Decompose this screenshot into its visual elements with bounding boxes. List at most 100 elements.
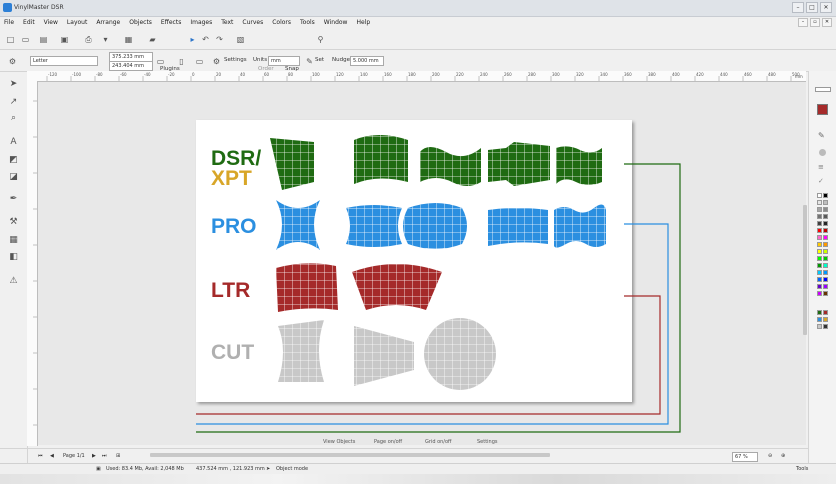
color-swatch[interactable] bbox=[823, 228, 828, 233]
grid-onoff-hint[interactable]: Grid on/off bbox=[425, 439, 452, 445]
color-swatch[interactable] bbox=[817, 263, 822, 268]
color-swatch[interactable] bbox=[817, 310, 822, 315]
undo-icon[interactable]: ↶ bbox=[199, 33, 212, 46]
color-swatch[interactable] bbox=[823, 200, 828, 205]
color-swatch[interactable] bbox=[823, 310, 828, 315]
plugins-icon[interactable]: ▰ bbox=[146, 33, 159, 46]
measure-tool-icon[interactable]: ⚠ bbox=[8, 276, 19, 287]
color-swatch[interactable] bbox=[823, 317, 828, 322]
page-size-select[interactable]: Letter bbox=[30, 56, 98, 66]
lines-icon[interactable]: ≡ bbox=[818, 163, 824, 171]
nudge-field[interactable]: 5.000 mm bbox=[350, 56, 384, 66]
zoom-out-icon[interactable]: ⊖ bbox=[768, 453, 772, 459]
menu-colors[interactable]: Colors bbox=[272, 19, 291, 26]
color-swatch[interactable] bbox=[817, 249, 822, 254]
redo-icon[interactable]: ↷ bbox=[213, 33, 226, 46]
color-swatch[interactable] bbox=[823, 235, 828, 240]
play-icon[interactable]: ▸ bbox=[186, 33, 199, 46]
settings-label[interactable]: Settings bbox=[224, 57, 247, 63]
color-swatch[interactable] bbox=[817, 207, 822, 212]
open-file-icon[interactable]: ▤ bbox=[37, 33, 50, 46]
new-from-template-icon[interactable]: ▭ bbox=[19, 33, 32, 46]
eyedropper-icon[interactable]: ✎ bbox=[818, 131, 825, 140]
maximize-button[interactable]: □ bbox=[806, 2, 818, 13]
color-swatch[interactable] bbox=[817, 242, 822, 247]
color-swatch[interactable] bbox=[817, 200, 822, 205]
color-swatch[interactable] bbox=[823, 207, 828, 212]
color-swatch[interactable] bbox=[817, 214, 822, 219]
color-swatch[interactable] bbox=[823, 249, 828, 254]
node-edit-icon[interactable]: ↗ bbox=[8, 97, 19, 108]
new-file-icon[interactable]: □ bbox=[4, 33, 17, 46]
color-swatch[interactable] bbox=[823, 291, 828, 296]
menu-layout[interactable]: Layout bbox=[67, 19, 87, 26]
dsr-envelope-shapes[interactable] bbox=[270, 135, 602, 190]
position-y-field[interactable]: 243.404 mm bbox=[109, 61, 153, 71]
color-swatch[interactable] bbox=[823, 221, 828, 226]
settings-icon[interactable]: ⚙ bbox=[210, 55, 223, 68]
menu-window[interactable]: Window bbox=[324, 19, 348, 26]
menu-effects[interactable]: Effects bbox=[161, 19, 181, 26]
drawing-canvas[interactable]: DSR/ XPT PRO LTR CUT bbox=[38, 82, 806, 445]
menu-curves[interactable]: Curves bbox=[242, 19, 263, 26]
menu-edit[interactable]: Edit bbox=[23, 19, 35, 26]
color-swatch[interactable] bbox=[823, 242, 828, 247]
color-swatch[interactable] bbox=[817, 270, 822, 275]
color-swatch[interactable] bbox=[817, 324, 822, 329]
knife-tool-icon[interactable]: ⚒ bbox=[8, 217, 19, 228]
shape-tool-icon[interactable]: ◩ bbox=[8, 155, 19, 166]
horizontal-scrollbar[interactable] bbox=[150, 453, 550, 457]
close-button[interactable]: ✕ bbox=[820, 2, 832, 13]
save-icon[interactable]: ▣ bbox=[58, 33, 71, 46]
menu-objects[interactable]: Objects bbox=[129, 19, 152, 26]
menu-images[interactable]: Images bbox=[190, 19, 212, 26]
arrange-icon[interactable]: ▧ bbox=[234, 33, 247, 46]
zoom-in-icon[interactable]: ⊕ bbox=[781, 453, 785, 459]
brush-icon[interactable]: ✓ bbox=[818, 177, 824, 185]
prev-page-icon[interactable]: ◀ bbox=[50, 453, 54, 459]
color-swatch[interactable] bbox=[817, 284, 822, 289]
quick-tools-icon[interactable]: ⚙ bbox=[6, 55, 19, 68]
color-swatch[interactable] bbox=[823, 263, 828, 268]
color-swatch[interactable] bbox=[817, 291, 822, 296]
color-preview-white[interactable] bbox=[815, 87, 831, 92]
page-onoff-hint[interactable]: Page on/off bbox=[374, 439, 402, 445]
menu-arrange[interactable]: Arrange bbox=[96, 19, 120, 26]
menu-view[interactable]: View bbox=[44, 19, 58, 26]
minimize-button[interactable]: – bbox=[792, 2, 804, 13]
color-swatch[interactable] bbox=[823, 256, 828, 261]
menu-file[interactable]: File bbox=[4, 19, 14, 26]
pen-tool-icon[interactable]: ✒ bbox=[8, 194, 19, 205]
fill-color-swatch[interactable] bbox=[817, 104, 828, 115]
mdi-close-button[interactable]: ✕ bbox=[822, 18, 832, 27]
color-swatch[interactable] bbox=[823, 193, 828, 198]
page-portrait-icon[interactable]: ▯ bbox=[175, 55, 188, 68]
color-swatch[interactable] bbox=[817, 221, 822, 226]
page-landscape-icon[interactable]: ▭ bbox=[193, 55, 206, 68]
menu-text[interactable]: Text bbox=[221, 19, 233, 26]
image-tool-icon[interactable]: ▦ bbox=[8, 235, 19, 246]
import-icon[interactable]: ▦ bbox=[122, 33, 135, 46]
ltr-envelope-shapes[interactable] bbox=[276, 263, 442, 312]
color-swatch[interactable] bbox=[823, 214, 828, 219]
color-swatch[interactable] bbox=[817, 256, 822, 261]
circle-icon[interactable] bbox=[819, 149, 826, 156]
units-select[interactable]: mm bbox=[268, 56, 300, 66]
menu-help[interactable]: Help bbox=[356, 19, 370, 26]
tools-toggle[interactable]: Tools bbox=[796, 466, 808, 472]
select-arrow-icon[interactable]: ➤ bbox=[8, 79, 19, 90]
zoom-icon[interactable]: ⌕ bbox=[8, 113, 19, 124]
add-page-icon[interactable]: ⊞ bbox=[116, 453, 120, 459]
weld-tool-icon[interactable]: ◧ bbox=[8, 252, 19, 263]
color-swatch[interactable] bbox=[817, 317, 822, 322]
next-page-icon[interactable]: ▶ bbox=[92, 453, 96, 459]
zoom-select[interactable]: 67 % bbox=[732, 452, 758, 462]
cut-plot-icon[interactable]: ▾ bbox=[99, 33, 112, 46]
fill-bucket-icon[interactable]: ⚲ bbox=[314, 33, 327, 46]
vertical-scrollbar[interactable] bbox=[803, 81, 807, 445]
cut-envelope-shapes[interactable] bbox=[278, 318, 496, 390]
color-swatch[interactable] bbox=[817, 277, 822, 282]
first-page-icon[interactable]: ⏮ bbox=[38, 453, 43, 459]
color-swatch[interactable] bbox=[823, 270, 828, 275]
size-lock-icon[interactable]: ▭ bbox=[154, 55, 167, 68]
